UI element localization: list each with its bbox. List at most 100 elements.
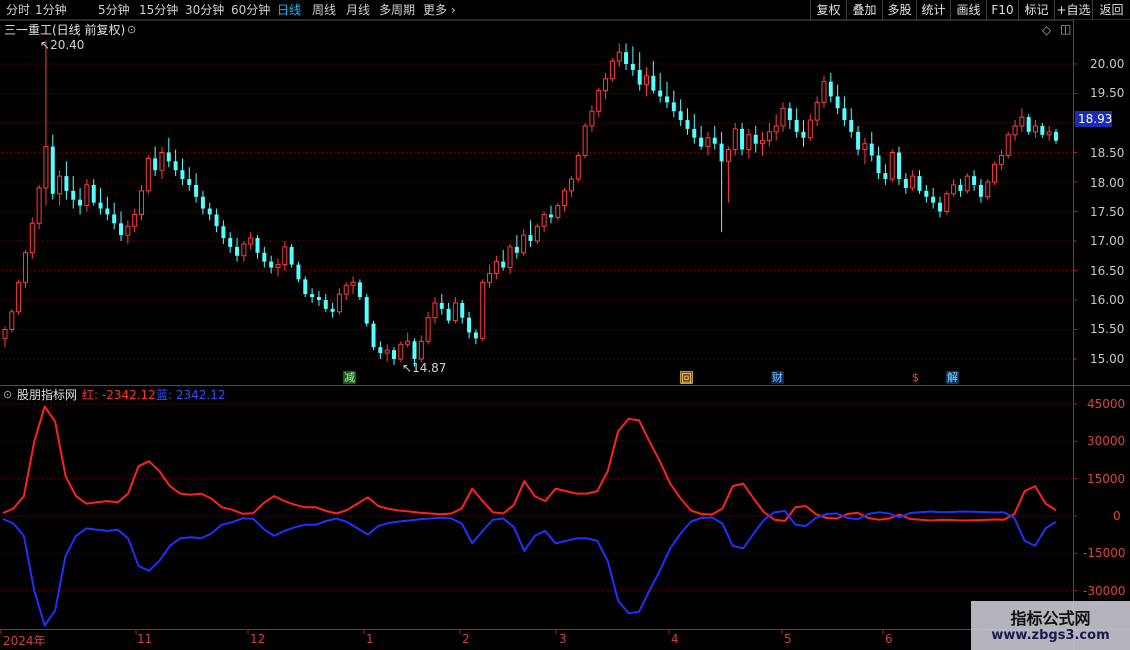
candle-body — [125, 225, 131, 236]
candle-body — [630, 64, 635, 70]
red-indicator-line — [2, 405, 1057, 522]
candle-body — [1005, 134, 1011, 156]
candle-body — [350, 281, 356, 286]
candle-body — [644, 75, 650, 86]
candle-body — [418, 340, 424, 360]
layout-toggle-icon[interactable]: ◫ — [1060, 22, 1071, 36]
event-marker-dividend[interactable]: $ — [909, 371, 922, 384]
indicator-name[interactable]: 股朋指标网 — [17, 388, 77, 402]
candle-body — [180, 170, 185, 180]
candle-body — [36, 187, 42, 224]
candle-body — [1054, 131, 1058, 141]
candle-body — [924, 190, 929, 197]
candle-body — [972, 176, 977, 185]
candle-body — [780, 107, 786, 127]
candle-body — [378, 347, 383, 354]
candle-body — [678, 111, 683, 121]
watermark: 指标公式网 www.zbgs3.com — [971, 601, 1130, 650]
candle-body — [903, 179, 908, 188]
indicator-menu-icon[interactable]: ⊙ — [3, 388, 12, 402]
watermark-title: 指标公式网 — [1010, 609, 1091, 628]
candle-body — [534, 225, 540, 242]
date-tick: 2024年 — [3, 634, 46, 648]
price-tick: 16.50 — [1090, 264, 1125, 278]
candle-body — [460, 302, 465, 318]
candle-body — [1033, 125, 1039, 133]
candle-body — [310, 294, 315, 298]
candle-body — [398, 343, 404, 360]
candle-body — [364, 297, 369, 324]
candle-body — [425, 317, 431, 342]
candle-body — [145, 157, 151, 192]
date-tick: 12 — [250, 632, 266, 646]
chart-canvas[interactable] — [0, 0, 1130, 650]
candle-body — [849, 120, 854, 132]
low-marker: ↖14.87 — [402, 361, 447, 375]
candle-body — [821, 81, 827, 103]
candle-body — [1040, 125, 1045, 135]
candle-body — [725, 149, 731, 162]
candle-body — [658, 90, 663, 97]
candle-body — [2, 329, 8, 339]
candle-body — [357, 282, 362, 298]
price-tick: 19.50 — [1090, 86, 1125, 100]
event-marker-reduce[interactable]: 减 — [343, 371, 356, 384]
candle-body — [467, 317, 472, 333]
candle-body — [228, 238, 233, 247]
candle-body — [57, 175, 63, 195]
candle-body — [548, 214, 553, 218]
indicator-tick: 30000 — [1087, 434, 1126, 448]
price-tick: 18.00 — [1090, 176, 1125, 190]
candle-body — [22, 252, 28, 283]
candle-body — [507, 246, 513, 269]
candle-body — [951, 184, 957, 195]
candle-body — [568, 178, 574, 192]
indicator-tick: 0 — [1113, 509, 1121, 523]
candle-body — [732, 128, 738, 151]
chevron-down-icon[interactable]: ⊙ — [127, 23, 136, 37]
candle-body — [29, 222, 35, 254]
candle-body — [856, 131, 861, 150]
candle-body — [937, 202, 942, 212]
price-tick: 15.50 — [1090, 322, 1125, 336]
candle-body — [773, 125, 779, 133]
candle-body — [255, 238, 260, 253]
candle-body — [883, 173, 888, 180]
diamond-icon[interactable]: ◇ — [1042, 23, 1051, 37]
indicator-blue-value: 蓝: 2342.12 — [156, 388, 226, 402]
candle-body — [194, 184, 199, 197]
candle-body — [746, 134, 752, 151]
event-marker-financial[interactable]: 财 — [771, 371, 784, 384]
candle-body — [446, 308, 451, 321]
candle-body — [958, 184, 963, 191]
candle-body — [910, 175, 916, 189]
candle-body — [480, 281, 486, 339]
candle-body — [153, 158, 158, 171]
candle-body — [528, 235, 533, 241]
candle-body — [609, 60, 615, 80]
event-marker-buyback[interactable]: 回 — [680, 371, 693, 385]
candle-body — [794, 120, 799, 132]
candle-body — [1046, 131, 1052, 136]
candle-body — [269, 261, 274, 268]
candle-body — [985, 181, 991, 198]
candle-body — [392, 350, 397, 359]
candle-body — [248, 237, 254, 245]
candle-body — [91, 184, 96, 203]
event-marker-unlock[interactable]: 解 — [946, 371, 959, 384]
price-tick: 17.00 — [1090, 234, 1125, 248]
candle-body — [138, 190, 144, 215]
blue-indicator-line — [2, 510, 1057, 627]
candle-body — [43, 146, 49, 189]
candle-body — [105, 208, 110, 215]
candle-body — [1026, 117, 1031, 132]
candle-body — [439, 302, 444, 309]
candle-body — [664, 96, 669, 103]
candle-body — [78, 199, 83, 206]
candle-body — [501, 261, 506, 268]
candle-body — [712, 137, 717, 144]
candle-body — [869, 143, 874, 156]
candle-body — [371, 323, 376, 348]
candle-body — [473, 332, 478, 339]
candle-body — [98, 202, 103, 209]
